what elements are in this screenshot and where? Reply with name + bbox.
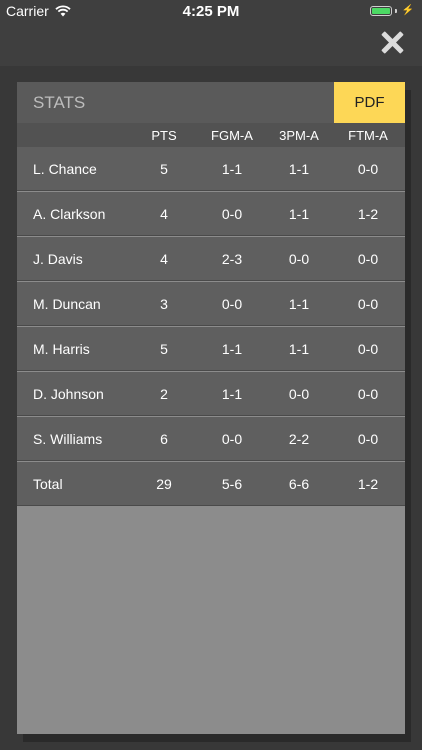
pts-cell: 5 — [160, 341, 168, 357]
3pm-cell: 1-1 — [288, 341, 310, 357]
table-row[interactable]: S. Williams 6 0-0 2-2 0-0 — [17, 417, 405, 461]
player-name: M. Duncan — [33, 296, 101, 312]
table-row[interactable]: L. Chance 5 1-1 1-1 0-0 — [17, 147, 405, 191]
ftm-cell: 0-0 — [357, 161, 379, 177]
pts-cell: 4 — [160, 206, 168, 222]
ftm-cell: 0-0 — [357, 296, 379, 312]
ftm-cell: 0-0 — [357, 386, 379, 402]
fgm-cell: 0-0 — [221, 206, 243, 222]
table-row[interactable]: M. Duncan 3 0-0 1-1 0-0 — [17, 282, 405, 326]
fgm-cell: 1-1 — [221, 161, 243, 177]
3pm-cell: 1-1 — [288, 296, 310, 312]
fgm-cell: 0-0 — [221, 296, 243, 312]
column-header-3pm: 3PM-A — [279, 128, 319, 143]
pts-cell: 3 — [160, 296, 168, 312]
column-header-pts: PTS — [151, 128, 177, 143]
battery-cap — [394, 8, 397, 13]
3pm-cell: 6-6 — [288, 476, 310, 492]
player-name: S. Williams — [33, 431, 103, 447]
column-header-ftm: FTM-A — [348, 128, 388, 143]
player-name: A. Clarkson — [33, 206, 106, 222]
pdf-button[interactable]: PDF — [334, 82, 405, 123]
3pm-cell: 1-1 — [288, 206, 310, 222]
charging-bolt-icon: ⚡ — [401, 5, 414, 16]
pts-cell: 4 — [160, 251, 168, 267]
total-label: Total — [33, 476, 63, 492]
status-bar: Carrier 4:25 PM ⚡ — [0, 0, 422, 22]
fgm-cell: 2-3 — [221, 251, 243, 267]
player-name: D. Johnson — [33, 386, 104, 402]
3pm-cell: 0-0 — [288, 386, 310, 402]
3pm-cell: 1-1 — [288, 161, 310, 177]
player-name: J. Davis — [33, 251, 83, 267]
fgm-cell: 1-1 — [221, 341, 243, 357]
table-row[interactable]: M. Harris 5 1-1 1-1 0-0 — [17, 327, 405, 371]
stats-title: STATS — [33, 93, 86, 112]
total-row: Total 29 5-6 6-6 1-2 — [17, 462, 405, 506]
battery-icon — [369, 5, 392, 16]
pts-cell: 5 — [160, 161, 168, 177]
fgm-cell: 0-0 — [221, 431, 243, 447]
ftm-cell: 1-2 — [357, 206, 379, 222]
table-row[interactable]: D. Johnson 2 1-1 0-0 0-0 — [17, 372, 405, 416]
ftm-cell: 0-0 — [357, 341, 379, 357]
3pm-cell: 2-2 — [288, 431, 310, 447]
fgm-cell: 5-6 — [221, 476, 243, 492]
stats-panel: STATS PDF PTS FGM-A 3PM-A FTM-A L. Chanc… — [17, 82, 405, 734]
pts-cell: 6 — [160, 431, 168, 447]
pts-cell: 2 — [160, 386, 168, 402]
ftm-cell: 1-2 — [357, 476, 379, 492]
player-name: M. Harris — [33, 341, 90, 357]
3pm-cell: 0-0 — [288, 251, 310, 267]
pts-cell: 29 — [156, 476, 172, 492]
column-header-fgm: FGM-A — [211, 128, 253, 143]
table-row[interactable]: A. Clarkson 4 0-0 1-1 1-2 — [17, 192, 405, 236]
column-header-row: PTS FGM-A 3PM-A FTM-A — [17, 123, 405, 147]
table-row[interactable]: J. Davis 4 2-3 0-0 0-0 — [17, 237, 405, 281]
close-icon[interactable] — [380, 30, 404, 54]
ftm-cell: 0-0 — [357, 251, 379, 267]
fgm-cell: 1-1 — [221, 386, 243, 402]
ftm-cell: 0-0 — [357, 431, 379, 447]
battery-level — [371, 7, 390, 14]
top-bar — [0, 22, 422, 66]
battery-indicator: ⚡ — [369, 5, 414, 16]
status-time: 4:25 PM — [182, 3, 240, 20]
stats-header: STATS PDF — [17, 82, 405, 123]
player-name: L. Chance — [33, 161, 97, 177]
